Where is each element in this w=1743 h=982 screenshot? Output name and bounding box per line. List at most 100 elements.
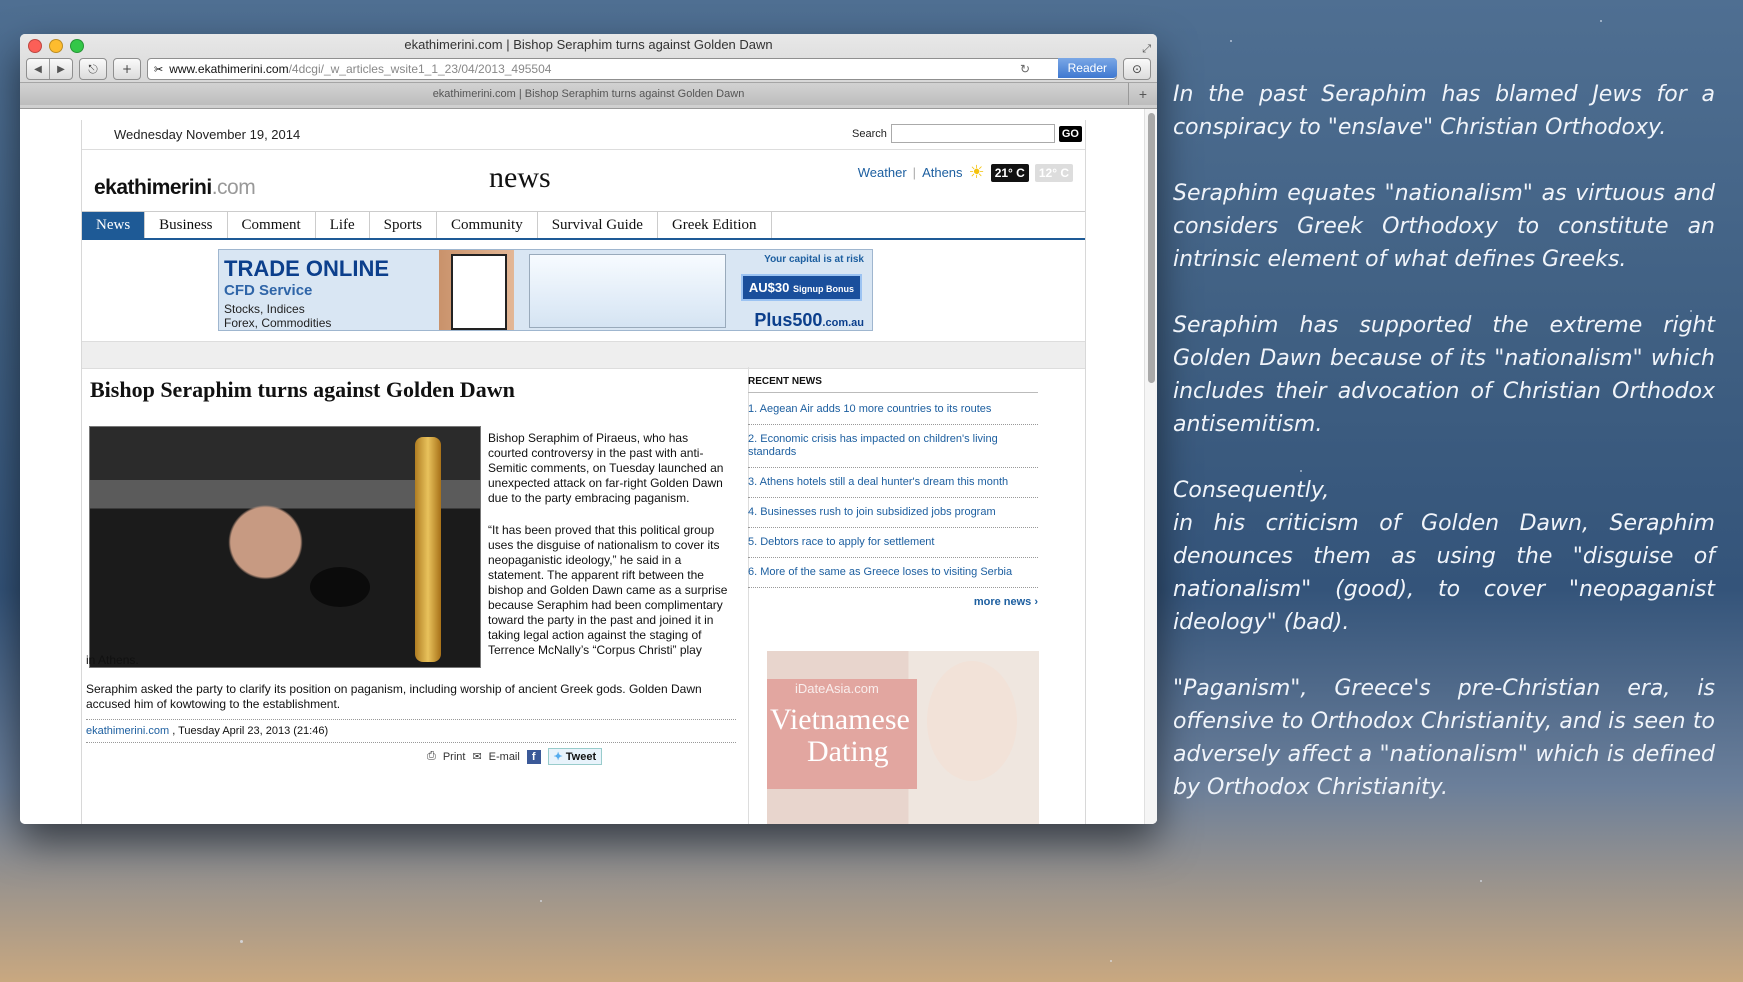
nav-community[interactable]: Community bbox=[437, 212, 538, 238]
section-title: news bbox=[489, 161, 551, 194]
brand-suffix: .com.au bbox=[822, 317, 864, 329]
recent-news-sidebar: RECENT NEWS 1. Aegean Air adds 10 more c… bbox=[748, 376, 1038, 616]
dating-ad-portrait bbox=[927, 661, 1017, 781]
nav-comment[interactable]: Comment bbox=[228, 212, 316, 238]
traffic-lights bbox=[28, 39, 84, 53]
weather-separator: | bbox=[912, 165, 917, 180]
article-paragraph-2-end: in Athens. bbox=[86, 653, 139, 667]
fullscreen-icon[interactable]: ⤢ bbox=[1142, 38, 1151, 60]
dating-ad-line-1: Vietnamese bbox=[770, 703, 910, 736]
back-forward-buttons: ◀ ▶ bbox=[26, 58, 73, 80]
reload-icon[interactable]: ↻ bbox=[1020, 62, 1030, 76]
reader-button[interactable]: Reader bbox=[1057, 58, 1117, 78]
nav-sports[interactable]: Sports bbox=[370, 212, 438, 238]
banner-chart-image bbox=[529, 254, 726, 328]
commentary-paragraph-3: Seraphim has supported the extreme right… bbox=[1173, 313, 1715, 437]
recent-news-title: RECENT NEWS bbox=[748, 376, 1038, 393]
article-paragraph-1: Bishop Seraphim of Piraeus, who has cour… bbox=[488, 431, 724, 505]
twitter-bird-icon: ✦ bbox=[553, 751, 563, 763]
ekathimerini-page: Wednesday November 19, 2014 Search GO ek… bbox=[81, 120, 1086, 824]
current-date: Wednesday November 19, 2014 bbox=[114, 127, 301, 142]
search-input[interactable] bbox=[890, 124, 1055, 143]
commentary-paragraph-2: Seraphim equates "nationalism" as virtuo… bbox=[1173, 181, 1715, 272]
commentary-paragraph-4: Consequently, bbox=[1173, 478, 1330, 503]
nav-survival-guide[interactable]: Survival Guide bbox=[538, 212, 658, 238]
byline-date: , Tuesday April 23, 2013 (21:46) bbox=[169, 725, 329, 737]
logo-main: ekathimerini bbox=[94, 176, 212, 199]
zoom-window-button[interactable] bbox=[70, 39, 84, 53]
back-icon[interactable]: ◀ bbox=[27, 59, 49, 79]
brand-name: Plus500 bbox=[754, 310, 823, 330]
forward-icon[interactable]: ▶ bbox=[49, 59, 72, 79]
dating-ad-line-2: Dating bbox=[807, 735, 889, 768]
print-link[interactable]: Print bbox=[443, 751, 466, 763]
recent-news-item[interactable]: 6. More of the same as Greece loses to v… bbox=[748, 558, 1038, 588]
article-paragraph-2: “It has been proved that this political … bbox=[488, 523, 728, 657]
share-icon[interactable]: ⎋ bbox=[79, 58, 107, 80]
banner-brand: Plus500.com.au bbox=[754, 310, 864, 330]
grey-separator-band bbox=[82, 342, 1085, 369]
vertical-scrollbar[interactable] bbox=[1144, 109, 1157, 824]
site-favicon-icon: ✂ bbox=[154, 63, 164, 76]
dating-ad-site: iDateAsia.com bbox=[795, 681, 879, 696]
banner-area: TRADE ONLINE CFD Service Stocks, Indices… bbox=[82, 240, 1085, 342]
search-go-button[interactable]: GO bbox=[1058, 125, 1082, 142]
nav-news[interactable]: News bbox=[82, 212, 146, 238]
browser-toolbar: ◀ ▶ ⎋ + ✂ www.ekathimerini.com /4dcgi/_w… bbox=[20, 56, 1157, 82]
banner-line-1: Stocks, Indices bbox=[224, 302, 305, 316]
facebook-share-button[interactable]: f bbox=[526, 749, 541, 764]
temperature-low: 12° C bbox=[1034, 163, 1073, 182]
nav-business[interactable]: Business bbox=[145, 212, 228, 238]
top-utility-bar: Wednesday November 19, 2014 Search GO bbox=[82, 120, 1085, 150]
browser-chrome: ekathimerini.com | Bishop Seraphim turns… bbox=[20, 34, 1157, 109]
dating-ad[interactable]: iDateAsia.com Vietnamese Dating bbox=[767, 651, 1039, 824]
recent-news-item[interactable]: 5. Debtors race to apply for settlement bbox=[748, 528, 1038, 558]
window-title: ekathimerini.com | Bishop Seraphim turns… bbox=[404, 37, 773, 52]
minimize-window-button[interactable] bbox=[49, 39, 63, 53]
tab-title[interactable]: ekathimerini.com | Bishop Seraphim turns… bbox=[433, 88, 745, 100]
weather-city-link[interactable]: Athens bbox=[922, 165, 962, 180]
recent-news-item[interactable]: 1. Aegean Air adds 10 more countries to … bbox=[748, 395, 1038, 425]
page-viewport: Wednesday November 19, 2014 Search GO ek… bbox=[20, 109, 1157, 824]
window-titlebar: ekathimerini.com | Bishop Seraphim turns… bbox=[20, 34, 1157, 56]
article: Bishop Seraphim turns against Golden Daw… bbox=[82, 367, 749, 824]
url-path: /4dcgi/_w_articles_wsite1_1_23/04/2013_4… bbox=[288, 62, 552, 76]
masthead: ekathimerini.com news Weather | Athens ☀… bbox=[82, 150, 1085, 212]
plus500-banner-ad[interactable]: TRADE ONLINE CFD Service Stocks, Indices… bbox=[218, 249, 873, 331]
banner-title: TRADE ONLINE bbox=[224, 256, 389, 281]
address-bar[interactable]: ✂ www.ekathimerini.com /4dcgi/_w_article… bbox=[147, 58, 1117, 80]
bonus-amount: AU$30 bbox=[748, 280, 790, 295]
nav-life[interactable]: Life bbox=[316, 212, 370, 238]
byline-source-link[interactable]: ekathimerini.com bbox=[86, 725, 169, 737]
downloads-icon[interactable]: ⊙ bbox=[1123, 58, 1151, 80]
search-label: Search bbox=[852, 127, 887, 140]
close-window-button[interactable] bbox=[28, 39, 42, 53]
commentary-panel: In the past Seraphim has blamed Jews for… bbox=[1173, 78, 1715, 837]
weather-link[interactable]: Weather bbox=[858, 165, 907, 180]
article-headline: Bishop Seraphim turns against Golden Daw… bbox=[90, 377, 515, 402]
bishop-staff-image bbox=[415, 437, 441, 662]
weather-widget: Weather | Athens ☀ 21° C 12° C bbox=[858, 162, 1073, 183]
site-logo[interactable]: ekathimerini.com bbox=[94, 176, 256, 200]
share-toolbar: ⎙ Print ✉ E-mail f ✦ Tweet bbox=[427, 748, 603, 765]
print-icon[interactable]: ⎙ bbox=[427, 750, 436, 763]
email-icon[interactable]: ✉ bbox=[472, 750, 481, 763]
email-link[interactable]: E-mail bbox=[489, 751, 520, 763]
commentary-paragraph-1: In the past Seraphim has blamed Jews for… bbox=[1173, 82, 1715, 140]
add-bookmark-icon[interactable]: + bbox=[113, 58, 141, 80]
tab-bar: ekathimerini.com | Bishop Seraphim turns… bbox=[20, 82, 1157, 105]
banner-phone-image bbox=[451, 254, 507, 330]
tweet-button[interactable]: ✦ Tweet bbox=[547, 748, 603, 765]
recent-news-item[interactable]: 2. Economic crisis has impacted on child… bbox=[748, 425, 1038, 468]
microphone-image bbox=[310, 567, 370, 607]
more-news-link[interactable]: more news › bbox=[748, 588, 1038, 616]
recent-news-item[interactable]: 4. Businesses rush to join subsidized jo… bbox=[748, 498, 1038, 528]
logo-suffix: .com bbox=[211, 176, 256, 199]
nav-greek-edition[interactable]: Greek Edition bbox=[658, 212, 772, 238]
recent-news-item[interactable]: 3. Athens hotels still a deal hunter's d… bbox=[748, 468, 1038, 498]
new-tab-button[interactable]: + bbox=[1128, 83, 1157, 105]
banner-bonus-button[interactable]: AU$30 Signup Bonus bbox=[740, 274, 862, 301]
url-host: www.ekathimerini.com bbox=[169, 62, 289, 76]
scroll-thumb[interactable] bbox=[1148, 113, 1155, 383]
banner-subtitle: CFD Service bbox=[224, 282, 313, 299]
